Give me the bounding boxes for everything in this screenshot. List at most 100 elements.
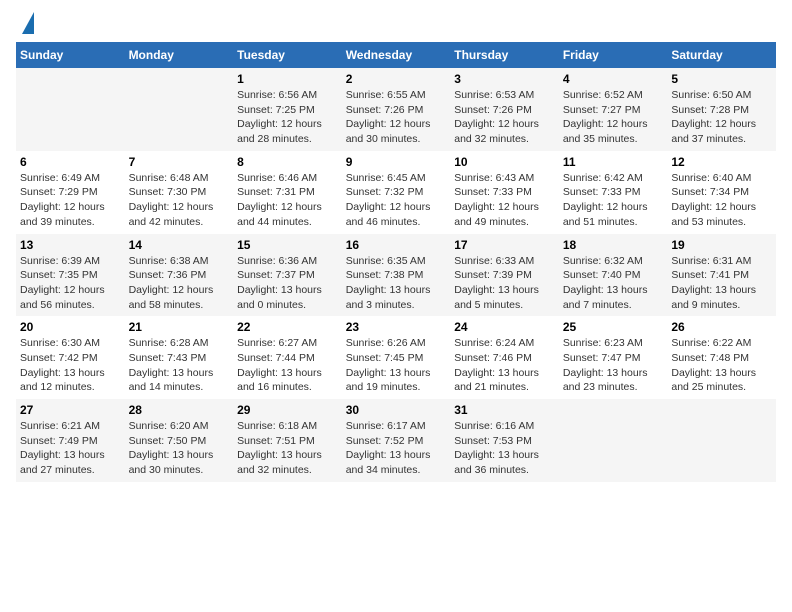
weekday-header: Thursday: [450, 42, 559, 68]
day-info: Sunrise: 6:28 AM Sunset: 7:43 PM Dayligh…: [129, 336, 230, 395]
calendar-cell: [559, 399, 668, 482]
day-number: 30: [346, 403, 447, 417]
day-info: Sunrise: 6:31 AM Sunset: 7:41 PM Dayligh…: [671, 254, 772, 313]
day-info: Sunrise: 6:39 AM Sunset: 7:35 PM Dayligh…: [20, 254, 121, 313]
day-info: Sunrise: 6:23 AM Sunset: 7:47 PM Dayligh…: [563, 336, 664, 395]
day-info: Sunrise: 6:27 AM Sunset: 7:44 PM Dayligh…: [237, 336, 338, 395]
weekday-header: Sunday: [16, 42, 125, 68]
day-info: Sunrise: 6:49 AM Sunset: 7:29 PM Dayligh…: [20, 171, 121, 230]
calendar-cell: 29 Sunrise: 6:18 AM Sunset: 7:51 PM Dayli…: [233, 399, 342, 482]
calendar-cell: 17 Sunrise: 6:33 AM Sunset: 7:39 PM Dayli…: [450, 234, 559, 317]
calendar-week-row: 13 Sunrise: 6:39 AM Sunset: 7:35 PM Dayli…: [16, 234, 776, 317]
weekday-header-row: SundayMondayTuesdayWednesdayThursdayFrid…: [16, 42, 776, 68]
day-number: 7: [129, 155, 230, 169]
calendar-cell: 16 Sunrise: 6:35 AM Sunset: 7:38 PM Dayli…: [342, 234, 451, 317]
day-info: Sunrise: 6:48 AM Sunset: 7:30 PM Dayligh…: [129, 171, 230, 230]
calendar-week-row: 6 Sunrise: 6:49 AM Sunset: 7:29 PM Daylig…: [16, 151, 776, 234]
day-number: 13: [20, 238, 121, 252]
calendar-cell: 13 Sunrise: 6:39 AM Sunset: 7:35 PM Dayli…: [16, 234, 125, 317]
day-info: Sunrise: 6:35 AM Sunset: 7:38 PM Dayligh…: [346, 254, 447, 313]
calendar-cell: 22Sunrise: 6:27 AM Sunset: 7:44 PM Dayli…: [233, 316, 342, 399]
calendar-cell: 3 Sunrise: 6:53 AM Sunset: 7:26 PM Daylig…: [450, 68, 559, 151]
calendar-table: SundayMondayTuesdayWednesdayThursdayFrid…: [16, 42, 776, 482]
day-number: 2: [346, 72, 447, 86]
calendar-cell: 18 Sunrise: 6:32 AM Sunset: 7:40 PM Dayli…: [559, 234, 668, 317]
calendar-cell: 25 Sunrise: 6:23 AM Sunset: 7:47 PM Dayli…: [559, 316, 668, 399]
calendar-cell: 31 Sunrise: 6:16 AM Sunset: 7:53 PM Dayli…: [450, 399, 559, 482]
day-number: 9: [346, 155, 447, 169]
calendar-cell: [125, 68, 234, 151]
day-number: 11: [563, 155, 664, 169]
calendar-cell: 15Sunrise: 6:36 AM Sunset: 7:37 PM Dayli…: [233, 234, 342, 317]
day-number: 19: [671, 238, 772, 252]
day-info: Sunrise: 6:24 AM Sunset: 7:46 PM Dayligh…: [454, 336, 555, 395]
day-info: Sunrise: 6:22 AM Sunset: 7:48 PM Dayligh…: [671, 336, 772, 395]
day-number: 10: [454, 155, 555, 169]
calendar-week-row: 27 Sunrise: 6:21 AM Sunset: 7:49 PM Dayli…: [16, 399, 776, 482]
logo-triangle-icon: [22, 12, 34, 34]
day-info: Sunrise: 6:36 AM Sunset: 7:37 PM Dayligh…: [237, 254, 338, 313]
day-info: Sunrise: 6:17 AM Sunset: 7:52 PM Dayligh…: [346, 419, 447, 478]
calendar-cell: 19 Sunrise: 6:31 AM Sunset: 7:41 PM Dayli…: [667, 234, 776, 317]
day-number: 3: [454, 72, 555, 86]
calendar-cell: 11 Sunrise: 6:42 AM Sunset: 7:33 PM Dayli…: [559, 151, 668, 234]
calendar-cell: 30 Sunrise: 6:17 AM Sunset: 7:52 PM Dayli…: [342, 399, 451, 482]
day-number: 24: [454, 320, 555, 334]
day-number: 5: [671, 72, 772, 86]
day-info: Sunrise: 6:33 AM Sunset: 7:39 PM Dayligh…: [454, 254, 555, 313]
calendar-cell: [667, 399, 776, 482]
calendar-cell: 26 Sunrise: 6:22 AM Sunset: 7:48 PM Dayli…: [667, 316, 776, 399]
day-info: Sunrise: 6:43 AM Sunset: 7:33 PM Dayligh…: [454, 171, 555, 230]
calendar-week-row: 20 Sunrise: 6:30 AM Sunset: 7:42 PM Dayli…: [16, 316, 776, 399]
day-number: 23: [346, 320, 447, 334]
day-number: 31: [454, 403, 555, 417]
day-number: 25: [563, 320, 664, 334]
weekday-header: Saturday: [667, 42, 776, 68]
day-info: Sunrise: 6:46 AM Sunset: 7:31 PM Dayligh…: [237, 171, 338, 230]
day-info: Sunrise: 6:55 AM Sunset: 7:26 PM Dayligh…: [346, 88, 447, 147]
page-header: [16, 16, 776, 34]
day-info: Sunrise: 6:45 AM Sunset: 7:32 PM Dayligh…: [346, 171, 447, 230]
day-info: Sunrise: 6:18 AM Sunset: 7:51 PM Dayligh…: [237, 419, 338, 478]
day-number: 8: [237, 155, 338, 169]
calendar-cell: 8 Sunrise: 6:46 AM Sunset: 7:31 PM Daylig…: [233, 151, 342, 234]
day-number: 29: [237, 403, 338, 417]
day-number: 16: [346, 238, 447, 252]
day-info: Sunrise: 6:56 AM Sunset: 7:25 PM Dayligh…: [237, 88, 338, 147]
day-info: Sunrise: 6:42 AM Sunset: 7:33 PM Dayligh…: [563, 171, 664, 230]
calendar-cell: 7 Sunrise: 6:48 AM Sunset: 7:30 PM Daylig…: [125, 151, 234, 234]
day-info: Sunrise: 6:40 AM Sunset: 7:34 PM Dayligh…: [671, 171, 772, 230]
calendar-cell: 21 Sunrise: 6:28 AM Sunset: 7:43 PM Dayli…: [125, 316, 234, 399]
weekday-header: Wednesday: [342, 42, 451, 68]
day-info: Sunrise: 6:32 AM Sunset: 7:40 PM Dayligh…: [563, 254, 664, 313]
calendar-cell: 10 Sunrise: 6:43 AM Sunset: 7:33 PM Dayli…: [450, 151, 559, 234]
day-number: 28: [129, 403, 230, 417]
day-number: 27: [20, 403, 121, 417]
day-info: Sunrise: 6:30 AM Sunset: 7:42 PM Dayligh…: [20, 336, 121, 395]
calendar-cell: 2 Sunrise: 6:55 AM Sunset: 7:26 PM Daylig…: [342, 68, 451, 151]
day-number: 18: [563, 238, 664, 252]
calendar-cell: 27 Sunrise: 6:21 AM Sunset: 7:49 PM Dayli…: [16, 399, 125, 482]
day-number: 26: [671, 320, 772, 334]
weekday-header: Monday: [125, 42, 234, 68]
day-info: Sunrise: 6:21 AM Sunset: 7:49 PM Dayligh…: [20, 419, 121, 478]
calendar-cell: 1Sunrise: 6:56 AM Sunset: 7:25 PM Daylig…: [233, 68, 342, 151]
day-info: Sunrise: 6:53 AM Sunset: 7:26 PM Dayligh…: [454, 88, 555, 147]
calendar-cell: 20 Sunrise: 6:30 AM Sunset: 7:42 PM Dayli…: [16, 316, 125, 399]
day-number: 12: [671, 155, 772, 169]
calendar-cell: 9 Sunrise: 6:45 AM Sunset: 7:32 PM Daylig…: [342, 151, 451, 234]
weekday-header: Friday: [559, 42, 668, 68]
day-info: Sunrise: 6:26 AM Sunset: 7:45 PM Dayligh…: [346, 336, 447, 395]
logo: [16, 16, 34, 34]
calendar-cell: 12 Sunrise: 6:40 AM Sunset: 7:34 PM Dayli…: [667, 151, 776, 234]
calendar-cell: 24 Sunrise: 6:24 AM Sunset: 7:46 PM Dayli…: [450, 316, 559, 399]
day-number: 4: [563, 72, 664, 86]
day-info: Sunrise: 6:50 AM Sunset: 7:28 PM Dayligh…: [671, 88, 772, 147]
day-number: 17: [454, 238, 555, 252]
day-number: 6: [20, 155, 121, 169]
day-number: 20: [20, 320, 121, 334]
day-info: Sunrise: 6:16 AM Sunset: 7:53 PM Dayligh…: [454, 419, 555, 478]
calendar-cell: 23 Sunrise: 6:26 AM Sunset: 7:45 PM Dayli…: [342, 316, 451, 399]
day-info: Sunrise: 6:52 AM Sunset: 7:27 PM Dayligh…: [563, 88, 664, 147]
day-number: 21: [129, 320, 230, 334]
